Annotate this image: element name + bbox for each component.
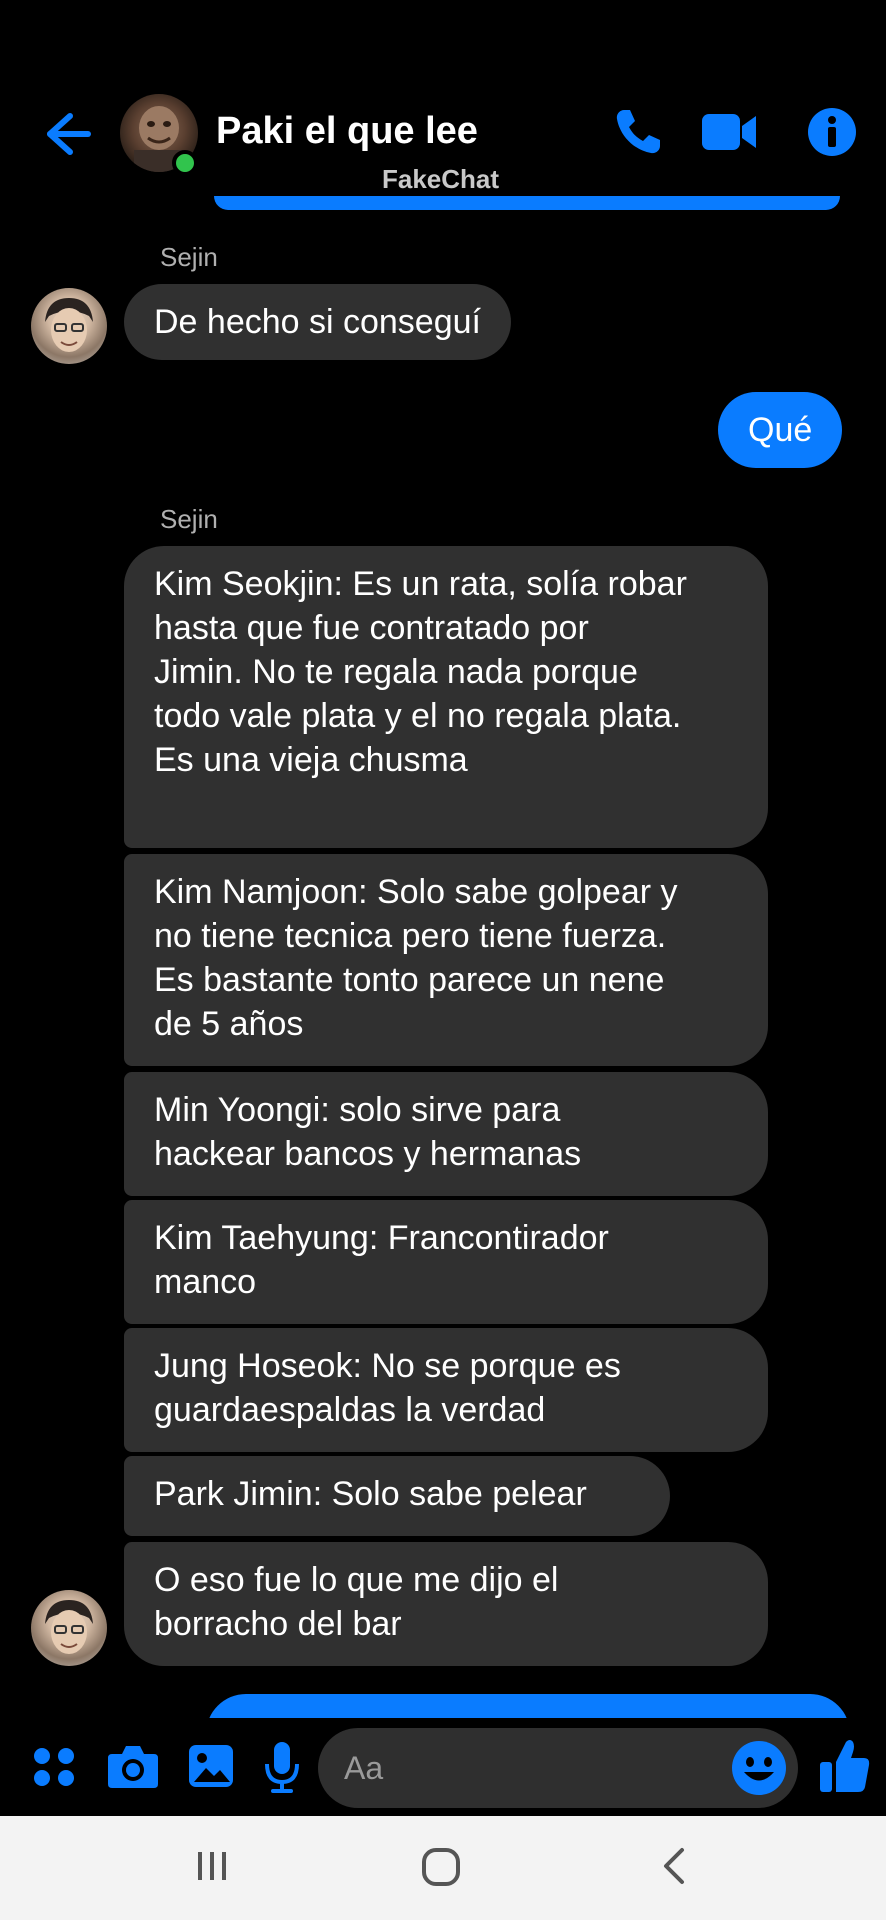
sender-name: Sejin <box>160 504 218 534</box>
camera-icon[interactable] <box>106 1740 160 1792</box>
incoming-message[interactable]: De hecho si conseguí <box>124 284 511 360</box>
chat-header: Paki el que lee FakeChat <box>0 0 886 215</box>
arrow-left-icon[interactable] <box>40 108 92 160</box>
recent-apps-icon[interactable] <box>192 1846 232 1886</box>
sender-avatar[interactable] <box>31 288 107 364</box>
incoming-message[interactable]: Park Jimin: Solo sabe pelear <box>124 1456 670 1536</box>
message-composer <box>0 1718 886 1818</box>
video-camera-icon[interactable] <box>700 106 758 158</box>
info-icon[interactable] <box>806 106 858 158</box>
watermark: FakeChat <box>382 164 500 194</box>
gallery-icon[interactable] <box>186 1740 236 1792</box>
contact-name[interactable]: Paki el que lee <box>216 110 478 153</box>
outgoing-message[interactable]: Qué <box>718 392 843 468</box>
message-input[interactable] <box>344 1746 724 1790</box>
incoming-message[interactable]: Min Yoongi: solo sirve para hackear banc… <box>124 1072 768 1196</box>
incoming-message[interactable]: Jung Hoseok: No se porque es guardaespal… <box>124 1328 768 1452</box>
phone-icon[interactable] <box>612 106 664 158</box>
sender-name: Sejin <box>160 242 218 272</box>
microphone-icon[interactable] <box>262 1740 302 1796</box>
online-status-dot <box>172 150 198 176</box>
incoming-message[interactable]: Kim Taehyung: Francontirador manco <box>124 1200 768 1324</box>
thumbs-up-icon[interactable] <box>818 1736 872 1796</box>
incoming-message[interactable]: Kim Seokjin: Es un rata, solía robar has… <box>124 546 768 848</box>
apps-grid-icon[interactable] <box>30 1740 78 1792</box>
incoming-message[interactable]: Kim Namjoon: Solo sabe golpear y no tien… <box>124 854 768 1066</box>
incoming-message[interactable]: O eso fue lo que me dijo el borracho del… <box>124 1542 768 1666</box>
message-input-container[interactable] <box>318 1728 798 1808</box>
sender-avatar[interactable] <box>31 1590 107 1666</box>
android-navigation-bar <box>0 1816 886 1920</box>
emoji-icon[interactable] <box>730 1739 788 1797</box>
back-icon[interactable] <box>654 1846 694 1886</box>
home-icon[interactable] <box>420 1846 464 1890</box>
previous-message-bubble-edge <box>214 196 840 210</box>
